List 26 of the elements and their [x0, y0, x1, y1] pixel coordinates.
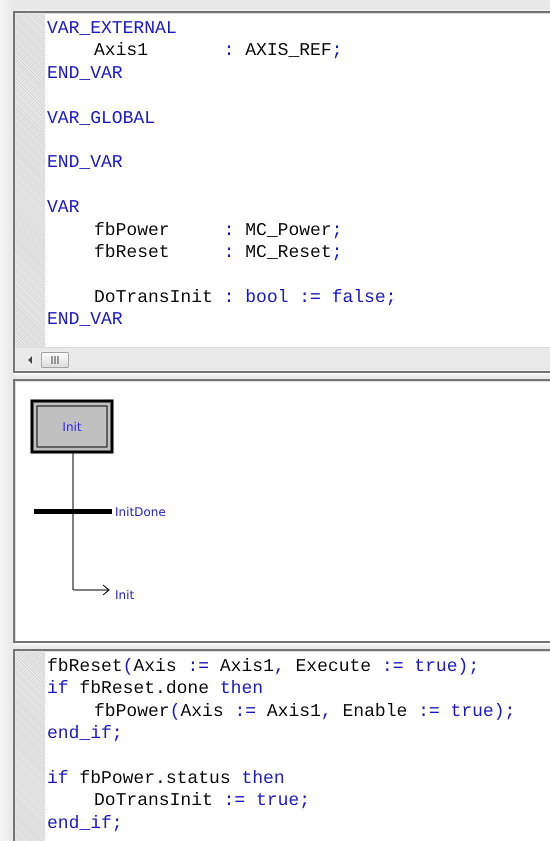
code-line: VAR: [47, 198, 80, 218]
code-line: fbPower(Axis := Axis1, Enable := true);: [94, 702, 516, 722]
code-line: END_VAR: [47, 310, 123, 330]
jump-arrow: [73, 584, 110, 596]
code-line: end_if;: [47, 814, 123, 834]
jump-target-label: Init: [115, 588, 134, 602]
code-line: fbReset : MC_Reset;: [94, 242, 342, 263]
code-line: END_VAR: [47, 64, 123, 84]
code-line: if fbPower.status then: [47, 768, 285, 789]
step-box[interactable]: [30, 400, 114, 454]
code-editor[interactable]: fbReset(Axis := Axis1, Execute := true); if fbReset.done then fbPower(Axis := Axis1, Enable := true); end_if; if fbPower.status then DoTransInit := true; end_if;: [15, 651, 550, 841]
scroll-left-icon[interactable]: [27, 356, 33, 364]
scrollbar-thumb[interactable]: [41, 352, 69, 368]
code-line: if fbReset.done then: [47, 679, 264, 700]
code-line: VAR_GLOBAL: [47, 108, 156, 129]
code-line: DoTransInit : bool := false;: [94, 288, 396, 308]
step-label: Init: [62, 420, 82, 434]
code-line: DoTransInit := true;: [94, 791, 310, 812]
transition-label: InitDone: [115, 505, 166, 519]
code-line: Axis1 : AXIS_REF;: [94, 41, 342, 62]
code-line: fbPower : MC_Power;: [94, 220, 342, 241]
code-line: end_if;: [47, 724, 123, 744]
code-line: END_VAR: [47, 153, 123, 174]
code-line: fbReset(Axis := Axis1, Execute := true);: [47, 657, 480, 677]
horizontal-scrollbar[interactable]: [15, 347, 550, 371]
code-line: VAR_EXTERNAL: [47, 19, 177, 39]
